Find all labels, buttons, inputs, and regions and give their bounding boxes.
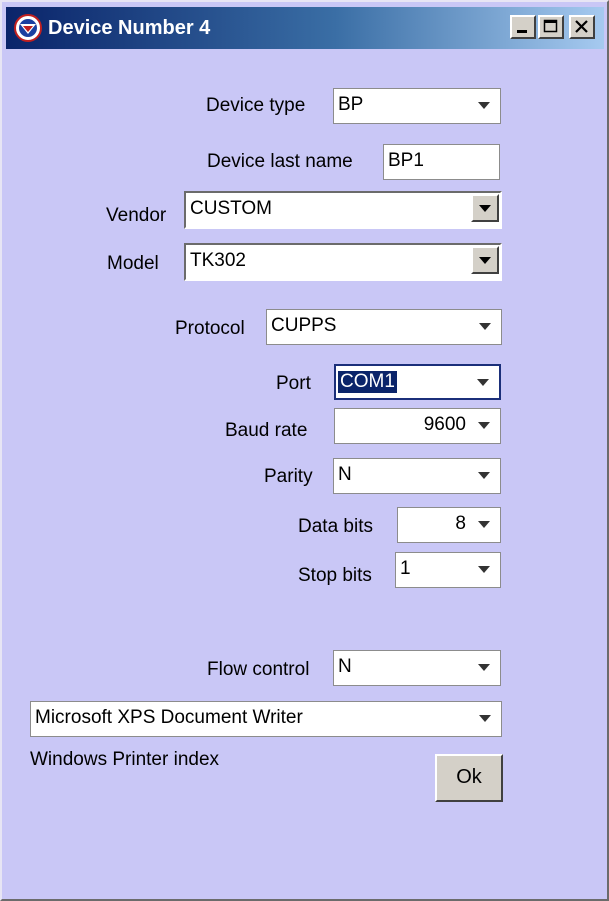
baud-rate-label: Baud rate xyxy=(225,420,308,441)
device-last-name-field[interactable]: BP1 xyxy=(383,144,500,180)
maximize-button[interactable] xyxy=(538,15,564,39)
close-icon xyxy=(575,20,588,33)
chevron-down-icon[interactable] xyxy=(470,411,498,439)
device-type-value: BP xyxy=(338,94,364,115)
close-button[interactable] xyxy=(569,15,595,39)
baud-rate-value: 9600 xyxy=(423,414,466,435)
printer-value: Microsoft XPS Document Writer xyxy=(35,707,303,728)
title-bar[interactable]: Device Number 4 xyxy=(6,7,604,49)
protocol-dropdown[interactable]: CUPPS xyxy=(266,309,502,345)
chevron-down-icon[interactable] xyxy=(470,91,498,119)
ok-button[interactable]: Ok xyxy=(435,754,503,802)
vendor-dropdown[interactable]: CUSTOM xyxy=(184,191,502,229)
windows-printer-index-label: Windows Printer index xyxy=(30,749,220,770)
data-bits-label: Data bits xyxy=(298,516,373,537)
flow-control-value: N xyxy=(338,656,352,677)
parity-value: N xyxy=(338,464,352,485)
stop-bits-dropdown[interactable]: 1 xyxy=(395,552,501,588)
stop-bits-label: Stop bits xyxy=(298,565,372,586)
stop-bits-value: 1 xyxy=(400,558,411,579)
data-bits-value: 8 xyxy=(455,513,466,534)
port-label: Port xyxy=(276,373,311,394)
parity-dropdown[interactable]: N xyxy=(333,458,501,494)
chevron-down-icon[interactable] xyxy=(470,510,498,538)
vendor-label: Vendor xyxy=(106,205,167,226)
chevron-down-icon[interactable] xyxy=(471,312,499,340)
baud-rate-dropdown[interactable]: 9600 xyxy=(334,408,501,444)
vendor-value: CUSTOM xyxy=(190,198,272,219)
model-dropdown[interactable]: TK302 xyxy=(184,243,502,281)
chevron-down-icon[interactable] xyxy=(470,555,498,583)
minimize-button[interactable] xyxy=(510,15,536,39)
device-type-label: Device type xyxy=(206,95,306,116)
device-last-name-value: BP1 xyxy=(388,150,424,171)
chevron-down-icon[interactable] xyxy=(470,653,498,681)
chevron-down-icon[interactable] xyxy=(471,194,499,222)
chevron-down-icon[interactable] xyxy=(470,461,498,489)
chevron-down-icon[interactable] xyxy=(469,368,497,396)
device-type-dropdown[interactable]: BP xyxy=(333,88,501,124)
printer-dropdown[interactable]: Microsoft XPS Document Writer xyxy=(30,701,502,737)
window-title: Device Number 4 xyxy=(48,17,211,39)
parity-label: Parity xyxy=(264,466,313,487)
port-dropdown[interactable]: COM1 xyxy=(334,364,501,400)
port-value: COM1 xyxy=(338,371,397,393)
device-app-icon xyxy=(14,14,42,42)
model-value: TK302 xyxy=(190,250,246,271)
minimize-icon xyxy=(517,30,527,33)
flow-control-dropdown[interactable]: N xyxy=(333,650,501,686)
device-last-name-label: Device last name xyxy=(207,151,353,172)
protocol-label: Protocol xyxy=(175,318,245,339)
flow-control-label: Flow control xyxy=(207,659,310,680)
chevron-down-icon[interactable] xyxy=(471,704,499,732)
model-label: Model xyxy=(107,253,159,274)
maximize-icon xyxy=(543,19,558,33)
device-dialog-window: Device Number 4 Device type BP Device la… xyxy=(0,0,609,901)
data-bits-dropdown[interactable]: 8 xyxy=(397,507,501,543)
protocol-value: CUPPS xyxy=(271,315,337,336)
chevron-down-icon[interactable] xyxy=(471,246,499,274)
